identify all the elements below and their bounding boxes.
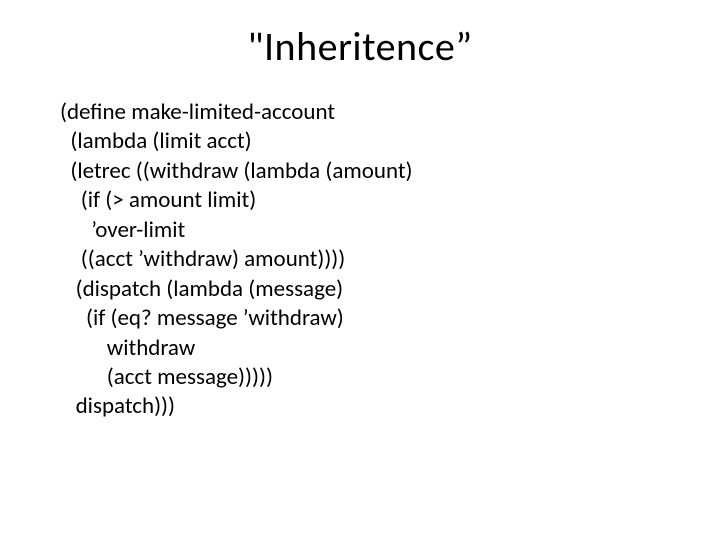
code-block: (define make-limited-account (lambda (li… [60,98,413,422]
slide: "Inheritence” (define make-limited-accou… [0,0,720,540]
slide-title: "Inheritence” [0,22,720,71]
